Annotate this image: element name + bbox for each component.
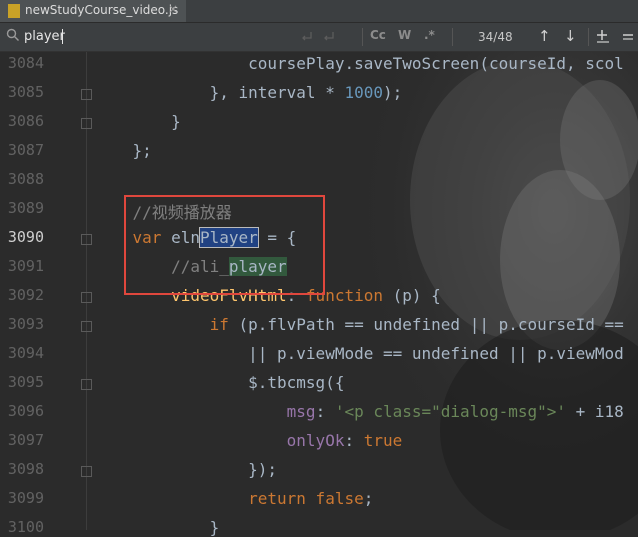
code-line[interactable]: coursePlay.saveTwoScreen(courseId, scol xyxy=(94,54,624,73)
code-line[interactable]: if (p.flvPath == undefined || p.courseId… xyxy=(94,315,624,334)
tab-filename: newStudyCourse_video.js xyxy=(25,3,179,17)
red-highlight-box xyxy=(124,195,325,295)
add-selection-icon[interactable] xyxy=(596,29,610,43)
code-token: coursePlay.saveTwoScreen(courseId, scol xyxy=(248,54,624,73)
code-token: }; xyxy=(132,141,152,160)
fold-icon[interactable] xyxy=(81,292,92,303)
fold-icon[interactable] xyxy=(81,234,92,245)
code-token: true xyxy=(363,431,403,450)
file-tab[interactable]: newStudyCourse_video.js × xyxy=(0,0,186,22)
code-line[interactable]: }; xyxy=(94,141,152,160)
line-number: 3085 xyxy=(7,83,44,101)
line-number: 3092 xyxy=(7,286,44,304)
line-number: 3095 xyxy=(7,373,44,391)
separator xyxy=(588,28,589,46)
fold-icon[interactable] xyxy=(81,379,92,390)
code-line[interactable]: return false; xyxy=(94,489,373,508)
fold-icon[interactable] xyxy=(81,118,92,129)
text-caret xyxy=(62,29,63,44)
code-token: (p) { xyxy=(392,286,441,305)
history-icon[interactable] xyxy=(322,30,336,44)
code-line[interactable]: || p.viewMode == undefined || p.viewMod xyxy=(94,344,624,363)
code-line[interactable]: }); xyxy=(94,460,277,479)
line-number: 3100 xyxy=(7,518,44,536)
newline-icon[interactable] xyxy=(300,30,314,44)
js-file-icon xyxy=(8,4,20,18)
search-icon[interactable] xyxy=(6,28,20,42)
line-number: 3098 xyxy=(7,460,44,478)
line-number: 3086 xyxy=(7,112,44,130)
fold-icon[interactable] xyxy=(81,89,92,100)
line-number: 3089 xyxy=(7,199,44,217)
code-token: 1000 xyxy=(344,83,383,102)
line-number: 3091 xyxy=(7,257,44,275)
code-line[interactable]: } xyxy=(94,518,220,537)
regex-button[interactable]: .* xyxy=(424,28,435,42)
code-line[interactable]: } xyxy=(94,112,181,131)
code-token: }, interval * xyxy=(209,83,345,102)
code-token: $.tbcmsg({ xyxy=(248,373,345,392)
code-token: } xyxy=(209,518,220,537)
line-number: 3087 xyxy=(7,141,44,159)
code-token: }); xyxy=(248,460,278,479)
line-number: 3090 xyxy=(7,228,44,246)
match-count: 34/48 xyxy=(478,30,513,44)
code-token: onlyOk xyxy=(286,431,345,450)
line-number: 3099 xyxy=(7,489,44,507)
code-token: : xyxy=(344,431,364,450)
line-number: 3084 xyxy=(7,54,44,72)
search-input[interactable]: player xyxy=(24,29,65,44)
code-token: if xyxy=(209,315,239,334)
separator xyxy=(362,28,363,46)
code-token: } xyxy=(171,112,181,131)
words-button[interactable]: W xyxy=(398,28,411,42)
line-number: 3088 xyxy=(7,170,44,188)
code-token: ; xyxy=(363,489,374,508)
code-token: + i18 xyxy=(566,402,624,421)
code-token: (p.flvPath == undefined || p.courseId == xyxy=(238,315,624,334)
code-line[interactable]: $.tbcmsg({ xyxy=(94,373,344,392)
find-bar: player Cc W .* 34/48 ↑ ↓ xyxy=(0,23,638,52)
next-occurrence-button[interactable]: ↓ xyxy=(564,27,577,45)
separator xyxy=(452,28,453,46)
code-line[interactable]: }, interval * 1000); xyxy=(94,83,403,102)
code-token: '<p class="dialog-msg">' xyxy=(334,402,567,421)
code-token: : xyxy=(315,402,335,421)
line-number: 3094 xyxy=(7,344,44,362)
select-all-occurrences-icon[interactable] xyxy=(622,29,636,43)
line-number: 3093 xyxy=(7,315,44,333)
fold-icon[interactable] xyxy=(81,466,92,477)
code-line[interactable]: msg: '<p class="dialog-msg">' + i18 xyxy=(94,402,624,421)
line-number: 3096 xyxy=(7,402,44,420)
editor-tab-bar: newStudyCourse_video.js × xyxy=(0,0,638,23)
fold-icon[interactable] xyxy=(81,321,92,332)
code-token: msg xyxy=(286,402,316,421)
code-line[interactable]: onlyOk: true xyxy=(94,431,403,450)
code-token: || p.viewMode == undefined || p.viewMod xyxy=(248,344,624,363)
code-token: return false xyxy=(248,489,364,508)
line-number: 3097 xyxy=(7,431,44,449)
close-tab-icon[interactable]: × xyxy=(168,2,178,16)
code-token: ); xyxy=(382,83,403,102)
match-case-button[interactable]: Cc xyxy=(370,28,386,42)
previous-occurrence-button[interactable]: ↑ xyxy=(538,27,551,45)
